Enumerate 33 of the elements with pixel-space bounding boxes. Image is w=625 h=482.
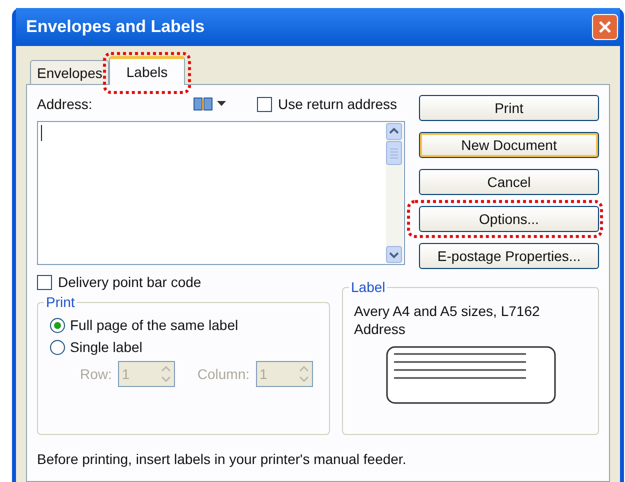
dialog-button[interactable]: Cancel: [419, 169, 599, 195]
use-return-address-checkbox[interactable]: [257, 96, 272, 112]
address-field[interactable]: [37, 121, 405, 265]
dialog-button[interactable]: Print: [419, 95, 599, 121]
radio-label[interactable]: Single label: [70, 339, 142, 355]
address-label: Address:: [37, 96, 94, 112]
close-button[interactable]: [592, 14, 618, 40]
scroll-thumb-icon[interactable]: [386, 141, 402, 165]
scroll-down-icon[interactable]: [386, 246, 402, 263]
label-description: Avery A4 and A5 sizes, L7162: [354, 302, 541, 320]
use-return-address-label[interactable]: Use return address: [278, 96, 398, 112]
tab[interactable]: Labels: [109, 56, 185, 85]
dialog-button[interactable]: New Document: [419, 132, 599, 158]
scrollbar[interactable]: [386, 123, 403, 263]
close-icon: [598, 20, 612, 34]
window-title: Envelopes and Labels: [26, 17, 205, 37]
address-book-icon[interactable]: [193, 96, 213, 112]
group-title: Print: [44, 294, 77, 310]
spin-label: Column:: [197, 366, 250, 382]
radio-label[interactable]: Full page of the same label: [70, 317, 238, 333]
spin-label: Row:: [80, 366, 112, 382]
delivery-point-checkbox[interactable]: [37, 274, 52, 290]
dialog-button[interactable]: Options...: [419, 206, 599, 232]
footer-note: Before printing, insert labels in your printer's manual feeder.: [37, 451, 408, 467]
dialog-button[interactable]: E-postage Properties...: [419, 243, 599, 269]
dropdown-caret-icon[interactable]: [217, 101, 226, 107]
radio-button[interactable]: [50, 318, 65, 332]
radio-button[interactable]: [50, 340, 65, 354]
scroll-up-icon[interactable]: [386, 123, 402, 140]
label-description: Address: [354, 320, 406, 338]
group-title: Label: [349, 279, 388, 295]
delivery-point-label[interactable]: Delivery point bar code: [58, 274, 202, 290]
tab[interactable]: Envelopes: [30, 60, 110, 84]
